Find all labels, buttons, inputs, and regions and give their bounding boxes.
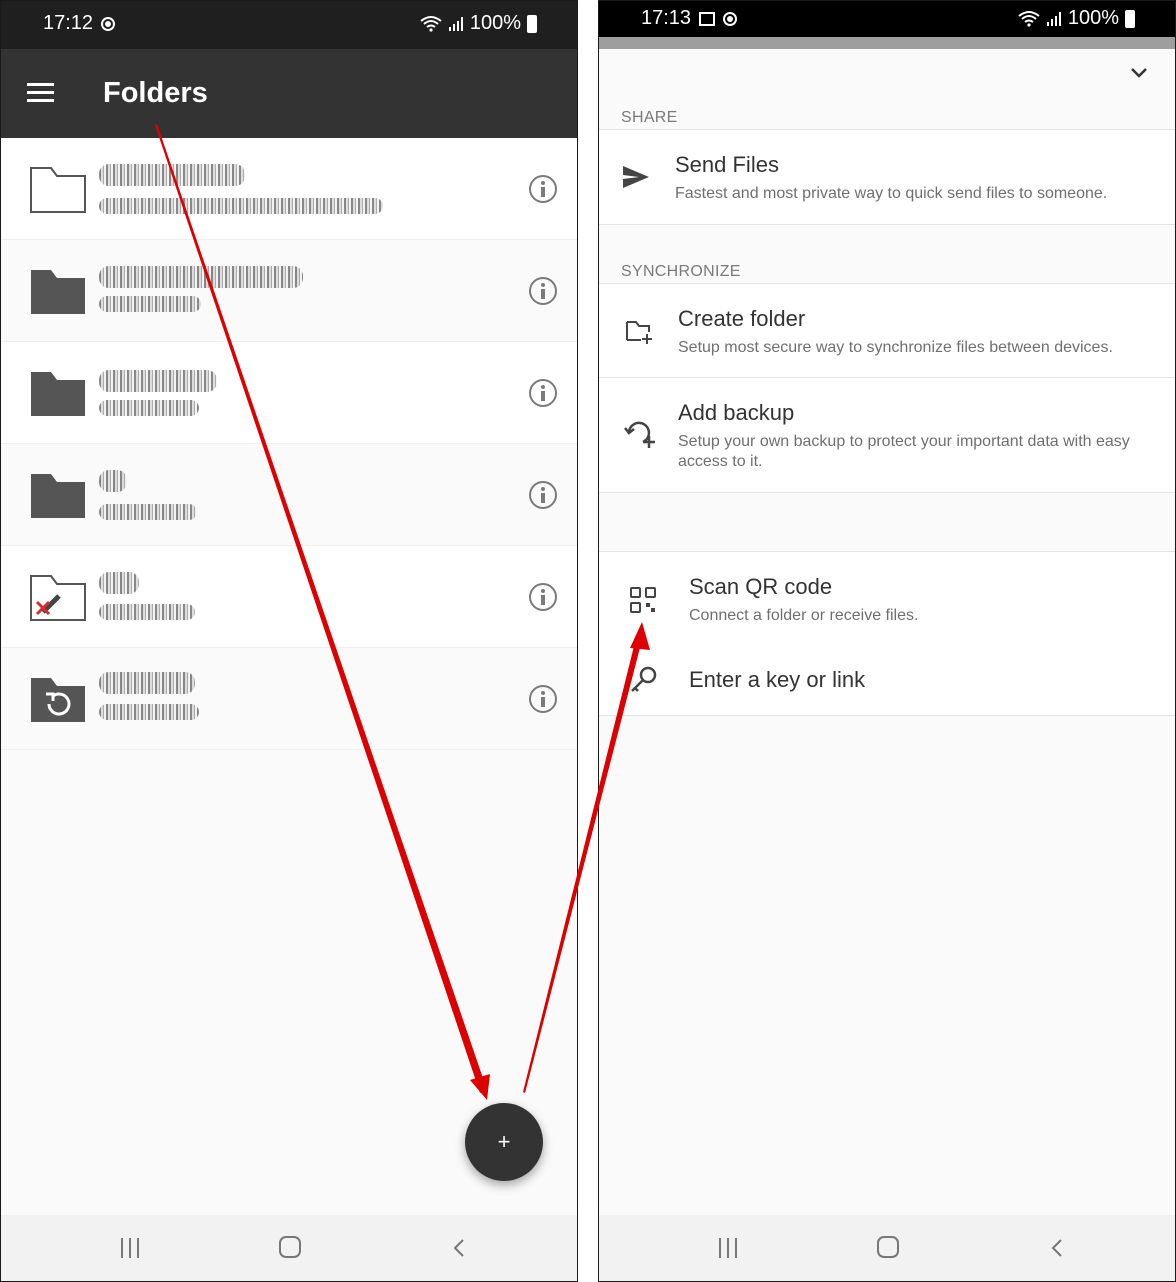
add-menu-screen: 17:13 100% SHARE Send Files Fastest and … [598,0,1176,1282]
qr-code-icon [630,587,656,613]
info-icon[interactable] [529,583,557,611]
scan-qr-subtitle: Connect a folder or receive files. [689,607,919,624]
redacted-folder-name [99,470,127,492]
battery-percent: 100% [469,12,521,34]
redacted-folder-details [99,296,201,312]
home-icon[interactable] [279,1236,301,1258]
redacted-folder-details [99,198,383,214]
scan-qr-option[interactable]: Scan QR code Connect a folder or receive… [599,551,1175,647]
system-nav-bar [1,1215,577,1281]
list-item[interactable] [1,546,577,648]
info-icon[interactable] [529,481,557,509]
wifi-icon [1018,10,1040,27]
create-folder-title: Create folder [678,306,806,331]
list-item[interactable] [1,342,577,444]
enter-key-option[interactable]: Enter a key or link [599,645,1175,716]
redacted-folder-details [99,504,197,520]
send-icon [623,166,649,188]
battery-percent: 100% [1067,7,1119,29]
battery-icon [1125,9,1135,28]
folder-filled-icon [31,474,85,518]
redacted-folder-name [99,572,139,594]
folders-screen: 17:12 100% Folders + [0,0,578,1282]
signal-icon [448,16,463,31]
info-icon[interactable] [529,175,557,203]
list-item[interactable] [1,138,577,240]
redacted-folder-name [99,164,245,186]
app-toolbar: Folders [1,49,577,138]
wifi-icon [420,15,442,32]
scan-qr-title: Scan QR code [689,574,833,599]
page-title: Folders [103,77,208,109]
sync-status-icon [723,11,738,26]
back-icon[interactable] [1047,1238,1067,1258]
status-time: 17:12 [43,12,94,34]
info-icon[interactable] [529,277,557,305]
info-icon[interactable] [529,685,557,713]
add-backup-title: Add backup [678,400,795,425]
image-notification-icon [699,11,716,26]
recents-icon[interactable] [119,1238,141,1258]
send-files-title: Send Files [675,152,779,177]
folder-error-icon [30,575,86,621]
chevron-down-icon[interactable] [1127,61,1151,85]
folder-backup-icon [31,678,85,722]
status-time: 17:13 [641,7,692,29]
info-icon[interactable] [529,379,557,407]
send-files-option[interactable]: Send Files Fastest and most private way … [599,129,1175,225]
folder-list [1,138,577,750]
redacted-folder-name [99,672,195,694]
system-nav-bar [599,1215,1175,1281]
bottom-sheet: SHARE Send Files Fastest and most privat… [599,49,1175,1215]
home-icon[interactable] [877,1236,899,1258]
redacted-folder-details [99,604,195,620]
redacted-folder-details [99,400,199,416]
add-backup-option[interactable]: Add backup Setup your own backup to prot… [599,377,1175,493]
folder-outline-icon [30,167,86,213]
folder-filled-icon [31,270,85,314]
folder-filled-icon [31,372,85,416]
key-icon [631,666,657,692]
battery-icon [527,14,537,33]
create-folder-subtitle: Setup most secure way to synchronize fil… [678,339,1113,356]
back-icon[interactable] [449,1238,469,1258]
plus-icon: + [497,1129,511,1154]
create-folder-option[interactable]: Create folder Setup most secure way to s… [599,283,1175,379]
send-files-subtitle: Fastest and most private way to quick se… [675,185,1108,202]
recents-icon[interactable] [717,1238,739,1258]
signal-icon [1046,11,1061,26]
sync-status-icon [101,16,116,31]
section-header-share: SHARE [621,109,678,126]
add-backup-icon [624,421,655,448]
redacted-folder-details [99,704,199,720]
add-backup-subtitle: Setup your own backup to protect your im… [678,433,1130,470]
status-bar: 17:12 100% [1,1,577,49]
list-item[interactable] [1,444,577,546]
redacted-folder-name [99,266,303,288]
list-item[interactable] [1,240,577,342]
add-folder-fab-button[interactable]: + [465,1103,543,1181]
enter-key-title: Enter a key or link [689,667,866,692]
create-folder-icon [626,321,652,344]
list-item[interactable] [1,648,577,750]
status-bar: 17:13 100% [599,1,1175,37]
section-header-synchronize: SYNCHRONIZE [621,263,741,280]
hamburger-menu-icon[interactable] [27,83,54,103]
redacted-folder-name [99,370,217,392]
